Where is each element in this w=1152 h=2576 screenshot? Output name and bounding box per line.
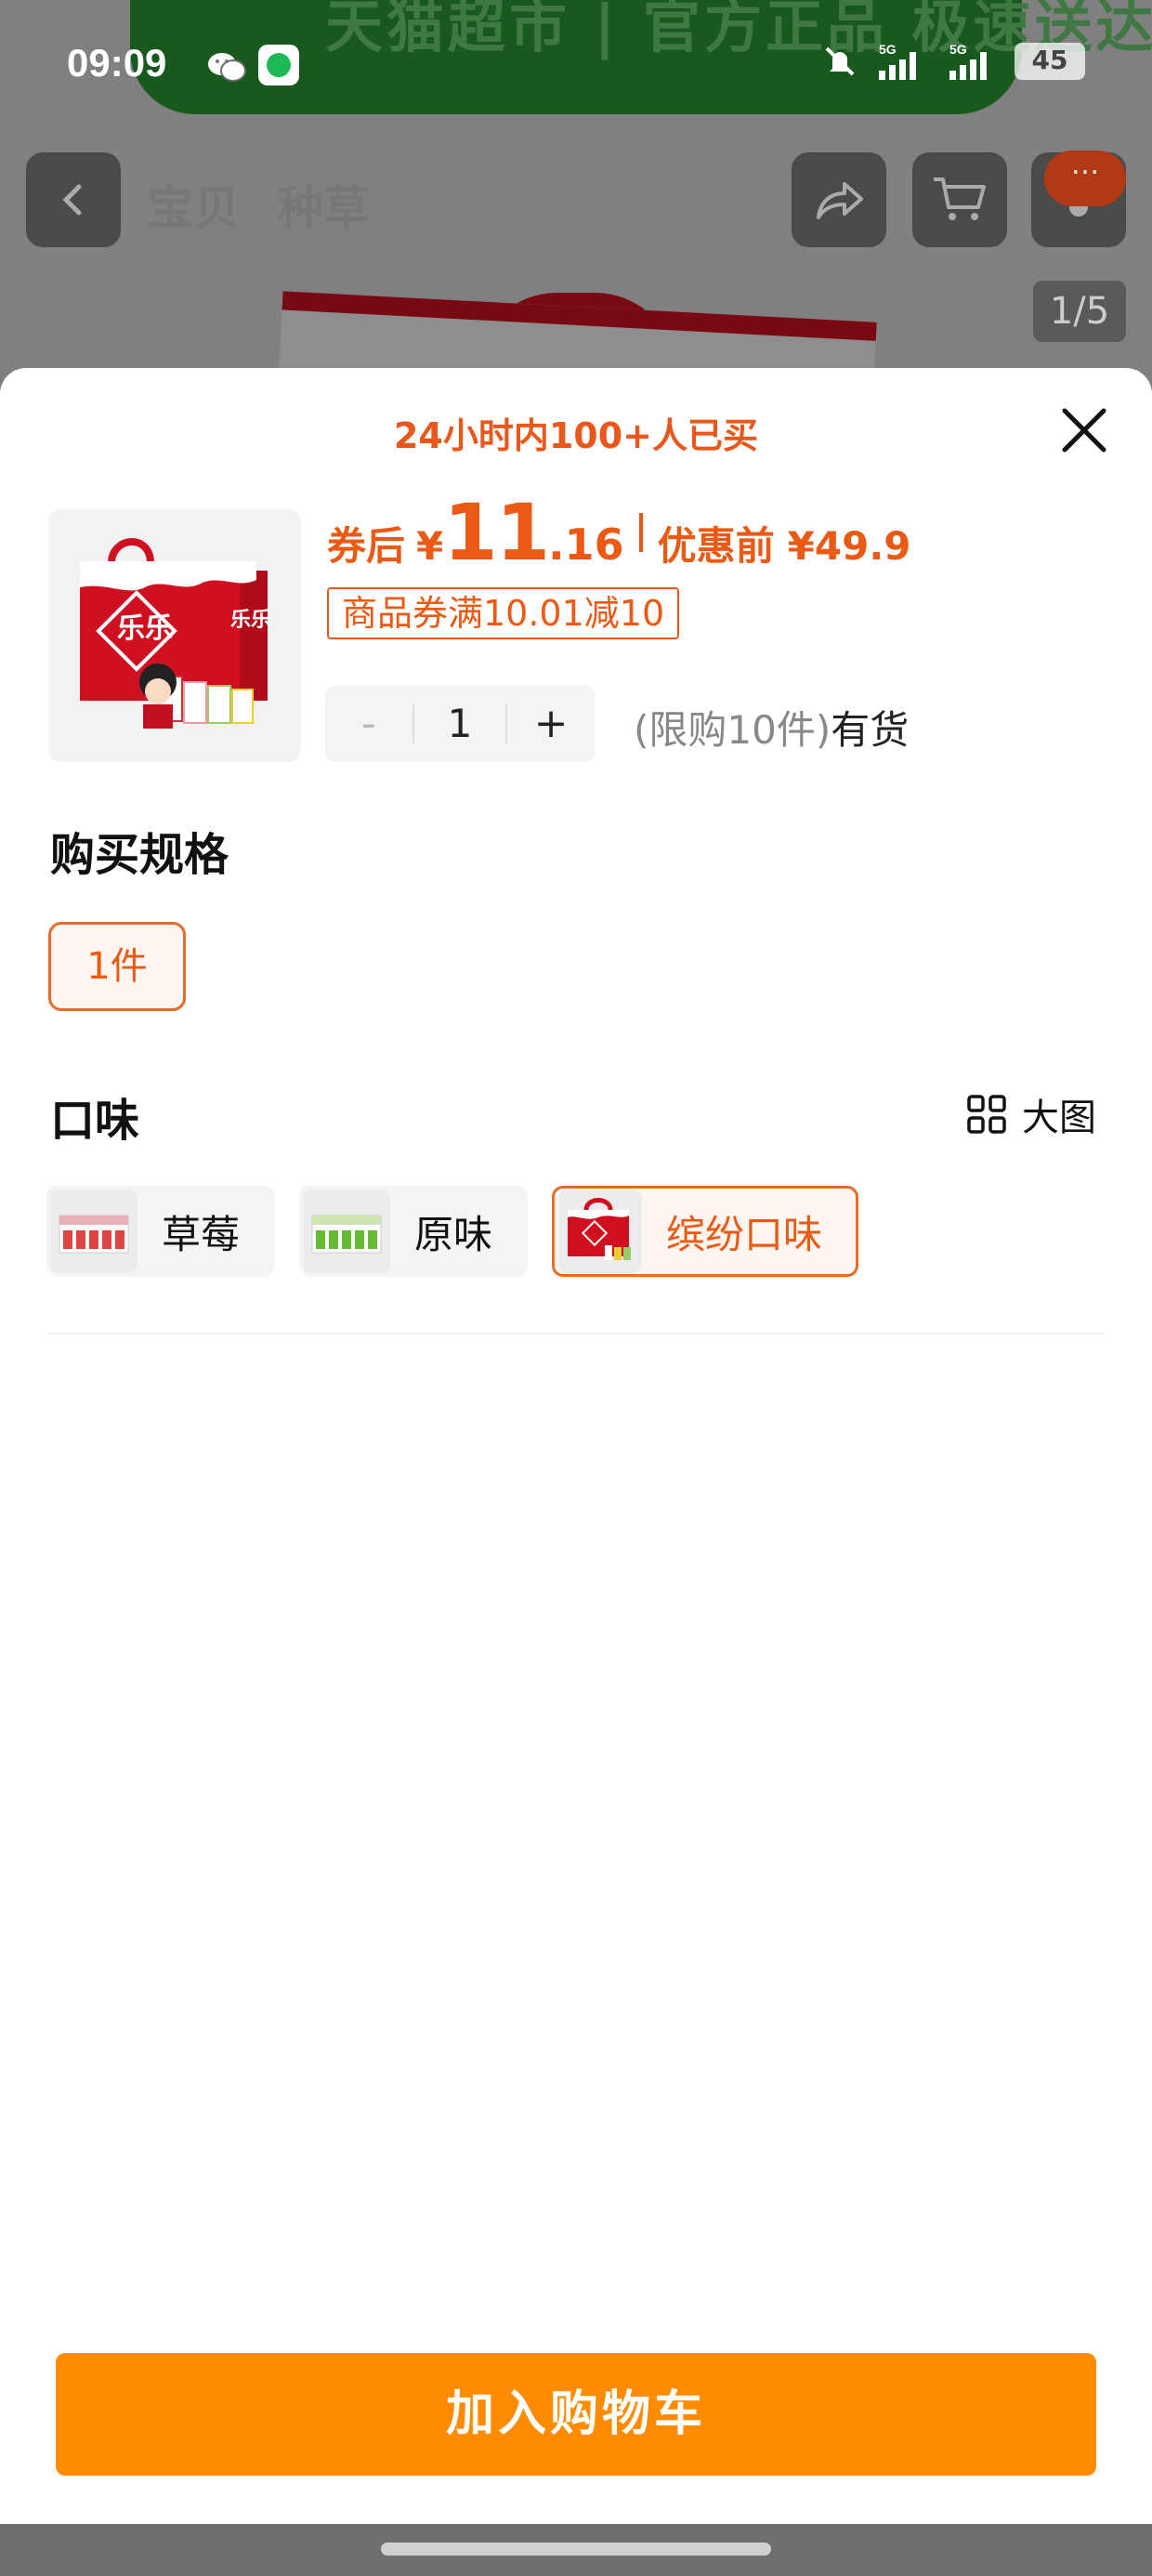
music-app-icon — [258, 45, 299, 85]
signal-label-1: 5G — [879, 42, 897, 57]
svg-text:乐乐: 乐乐 — [117, 612, 173, 645]
battery-level: 45 — [1031, 45, 1068, 75]
quantity-decrease-button[interactable]: - — [325, 686, 412, 762]
svg-text:乐乐: 乐乐 — [230, 609, 271, 632]
price-integer: 11 — [443, 487, 550, 578]
status-time: 09:09 — [67, 41, 167, 85]
flavor-option-label: 原味 — [414, 1211, 493, 1257]
product-image: 乐乐 乐乐 — [48, 509, 301, 762]
flavor-option-label: 缤纷口味 — [665, 1211, 822, 1257]
purchase-limit: (限购10件) — [634, 707, 831, 753]
spec-option-1-piece[interactable]: 1件 — [48, 922, 186, 1011]
signal-icon: 5G — [949, 42, 987, 80]
stock-status: 有货 — [831, 707, 910, 753]
price-decimal: .16 — [548, 519, 624, 570]
sold-count-text: 24小时内100+人已买 — [393, 415, 759, 456]
signal-label-2: 5G — [949, 42, 967, 57]
price-after-coupon-label: 券后 — [327, 523, 406, 569]
back-button[interactable] — [26, 152, 121, 247]
signal-icon: 5G — [879, 42, 916, 80]
cart-icon — [934, 177, 986, 220]
section-divider — [48, 1333, 1104, 1334]
share-icon — [817, 182, 863, 219]
home-indicator[interactable] — [381, 2543, 771, 2556]
battery-icon: 45 — [1015, 43, 1085, 80]
product-thumbnail[interactable]: 乐乐 乐乐 — [48, 509, 301, 762]
status-indicators: 5G 5G 45 — [821, 41, 1085, 82]
price-before-value: ¥49.9 — [787, 523, 911, 569]
big-picture-label: 大图 — [1022, 1097, 1096, 1139]
cart-button[interactable] — [912, 152, 1007, 247]
add-to-cart-button[interactable]: 加入购物车 — [56, 2353, 1096, 2476]
stock-info: (限购10件)有货 — [634, 699, 909, 756]
quantity-stepper: - 1 + — [325, 686, 595, 762]
flavor-option-original[interactable]: 原味 — [299, 1186, 528, 1277]
grid-icon — [967, 1095, 1006, 1134]
quantity-value[interactable]: 1 — [412, 704, 507, 743]
flavor-option-mixed[interactable]: 缤纷口味 — [552, 1186, 858, 1277]
flavor-thumbnail — [50, 1189, 137, 1273]
sku-selector-sheet: 24小时内100+人已买 乐乐 乐乐 券后 ¥ 11 .16 优惠前 ¥49.9… — [0, 368, 1152, 2524]
flavor-thumbnail — [303, 1189, 390, 1273]
price-currency: ¥ — [416, 523, 444, 569]
tab-reviews[interactable]: 种草 — [277, 171, 370, 238]
flavor-option-label: 草莓 — [162, 1211, 241, 1257]
spec-section-title: 购买规格 — [50, 829, 229, 881]
share-button[interactable] — [792, 152, 886, 247]
price-before-label: 优惠前 — [657, 523, 775, 569]
price-row: 券后 ¥ 11 .16 优惠前 ¥49.9 — [327, 487, 911, 578]
flavor-option-strawberry[interactable]: 草莓 — [46, 1186, 275, 1277]
nav-tabs: 宝贝 种草 — [147, 171, 370, 238]
quantity-increase-button[interactable]: + — [507, 686, 595, 762]
tab-item[interactable]: 宝贝 — [147, 171, 240, 238]
status-bar: 09:09 5G 5G 45 — [0, 0, 1152, 130]
system-nav-bar — [0, 2524, 1152, 2576]
message-badge: ··· — [1044, 151, 1126, 206]
image-page-counter: 1/5 — [1033, 281, 1126, 342]
product-top-nav: 宝贝 种草 — [0, 149, 1152, 251]
price-divider — [638, 513, 643, 552]
coupon-tag[interactable]: 商品券满10.01减10 — [327, 587, 680, 639]
big-picture-toggle[interactable]: 大图 — [966, 1087, 1096, 1141]
mute-icon — [825, 46, 855, 76]
flavor-section-title: 口味 — [50, 1095, 140, 1147]
close-icon[interactable] — [1055, 401, 1113, 459]
flavor-thumbnail — [558, 1189, 642, 1273]
back-icon — [62, 184, 82, 216]
wechat-icon — [208, 53, 246, 82]
